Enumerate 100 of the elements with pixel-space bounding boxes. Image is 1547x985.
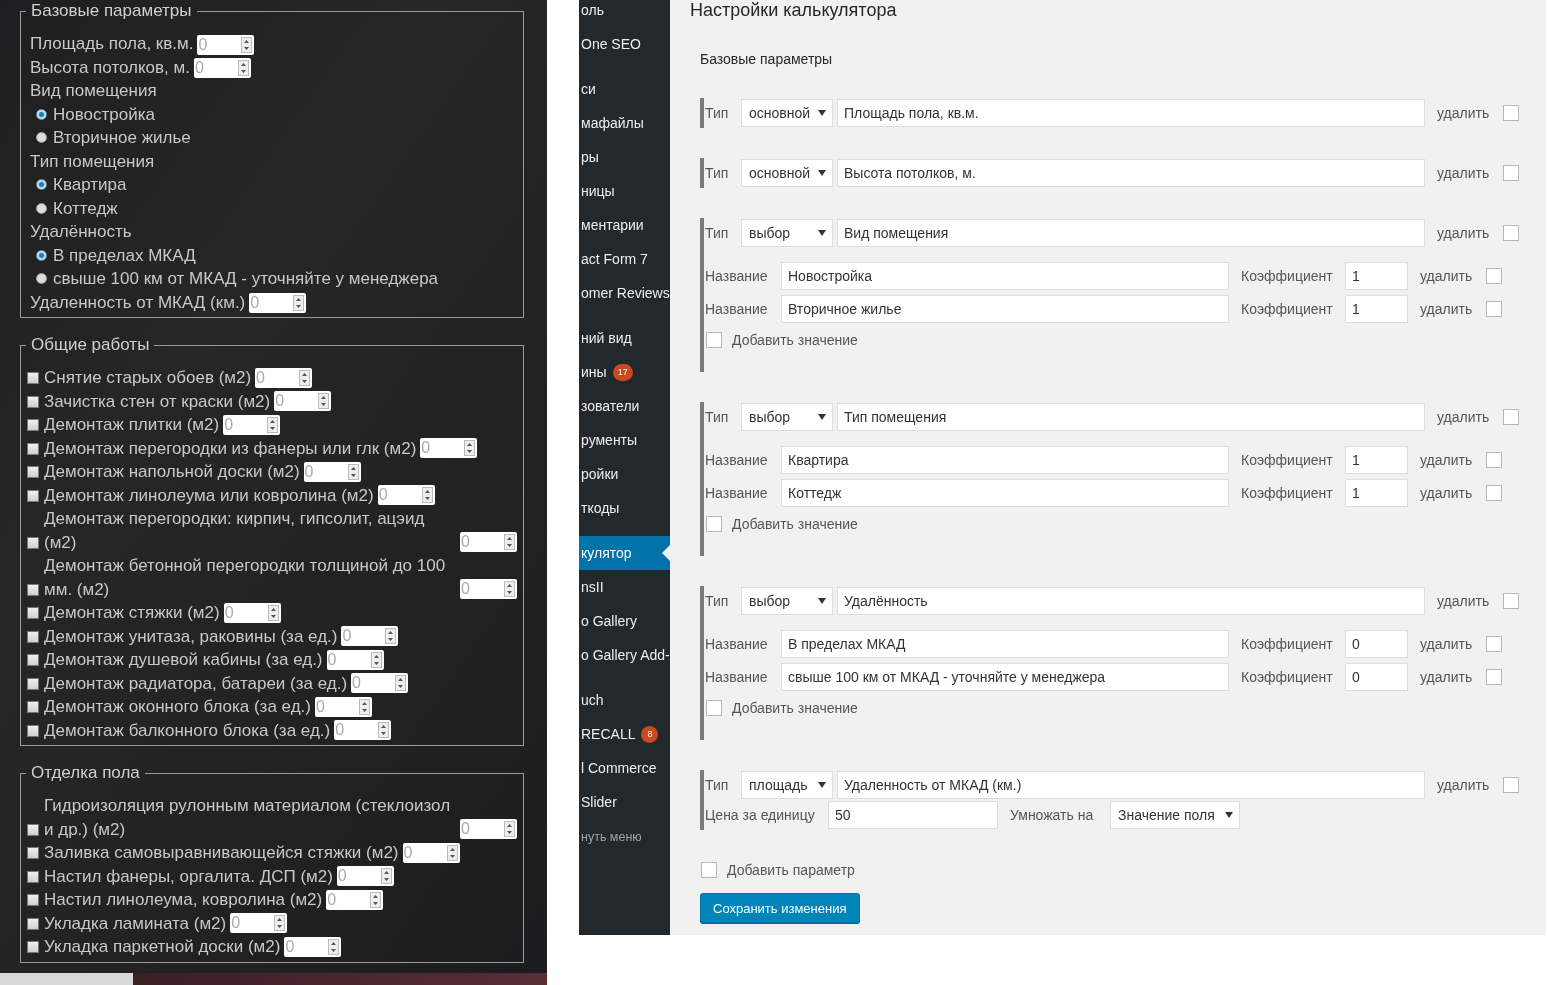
menu-item[interactable]: One SEO [579,27,670,61]
menu-item[interactable]: act Form 7 [579,242,670,276]
checkbox[interactable] [1503,225,1519,241]
menu-item[interactable]: ры [579,140,670,174]
checkbox[interactable] [27,583,39,596]
checkbox[interactable] [27,489,39,502]
checkbox[interactable] [27,395,39,408]
dropdown[interactable]: Значение поля [1110,801,1240,829]
dropdown[interactable]: выбор [741,403,833,431]
checkbox[interactable] [27,442,39,455]
text-field[interactable]: свыше 100 км от МКАД - уточняйте у менеджера [781,663,1229,691]
menu-item[interactable]: RECALL 8 [579,717,670,751]
radio-button[interactable] [36,202,47,214]
checkbox[interactable] [701,862,717,878]
option-label: Коттедж [53,197,118,220]
save-button[interactable]: Сохранить изменения [700,893,860,923]
menu-item[interactable]: o Gallery [579,604,670,638]
checkbox[interactable] [706,516,722,532]
menu-item[interactable]: ний вид [579,321,670,355]
text-field[interactable]: 1 [1345,262,1408,290]
checkbox[interactable] [1503,593,1519,609]
checkbox[interactable] [27,847,39,859]
checkbox[interactable] [1486,452,1502,468]
checkbox[interactable] [27,372,39,384]
menu-item[interactable]: оль [579,0,670,27]
menu-item-label: o Gallery [581,613,638,629]
menu-item[interactable]: ройки [579,457,670,491]
checkbox[interactable] [27,419,39,431]
text-field[interactable]: 0 [1345,630,1408,658]
dropdown[interactable]: основной [741,99,833,127]
checkbox[interactable] [27,823,39,836]
checkbox[interactable] [27,724,39,737]
checkbox[interactable] [27,466,39,478]
text-field[interactable]: Площадь пола, кв.м. [837,99,1425,127]
checkbox[interactable] [27,701,39,713]
collapse-menu-link[interactable]: нуть меню [579,820,670,854]
radio-button[interactable] [36,132,47,144]
checkbox[interactable] [1486,485,1502,501]
menu-item[interactable]: nsII [579,570,670,604]
text-field[interactable]: Вторичное жилье [781,295,1229,323]
menu-item[interactable]: зователи [579,389,670,423]
checkbox[interactable] [27,630,39,643]
menu-item[interactable]: ницы [579,174,670,208]
checkbox[interactable] [1503,105,1519,121]
menu-item[interactable]: си [579,72,670,106]
radio-button[interactable] [36,179,47,191]
text-field[interactable]: Квартира [781,446,1229,474]
menu-item[interactable]: рументы [579,423,670,457]
checkbox[interactable] [706,700,722,716]
menu-item[interactable]: omer Reviews [579,276,670,310]
text-field[interactable]: В пределах МКАД [781,630,1229,658]
checkbox[interactable] [1486,636,1502,652]
text-field[interactable]: Вид помещения [837,219,1425,247]
text-field[interactable]: 1 [1345,295,1408,323]
checkbox[interactable] [27,870,39,883]
text-field[interactable]: Коттедж [781,479,1229,507]
checkbox[interactable] [27,677,39,690]
text-field[interactable]: 1 [1345,446,1408,474]
text-field[interactable]: Удаленность от МКАД (км.) [837,771,1425,799]
text-field[interactable]: 1 [1345,479,1408,507]
radio-button[interactable] [36,108,47,120]
checkbox[interactable] [27,607,39,619]
checkbox[interactable] [1503,409,1519,425]
menu-item[interactable]: мафайлы [579,106,670,140]
menu-item[interactable]: ины 17 [579,355,670,389]
checkbox[interactable] [706,332,722,348]
radio-button[interactable] [36,273,47,285]
checkbox[interactable] [27,536,39,549]
field-label: Название [705,485,769,501]
checkbox[interactable] [27,894,39,906]
menu-item[interactable]: ткоды [579,491,670,525]
menu-item[interactable]: кулятор [579,536,670,570]
menu-item[interactable]: l Commerce [579,751,670,785]
checkbox[interactable] [27,654,39,666]
menu-item[interactable]: ментарии [579,208,670,242]
dropdown[interactable]: выбор [741,219,833,247]
menu-item-label: кулятор [581,545,632,561]
count-badge: 17 [612,363,633,381]
dropdown[interactable]: площадь [741,771,833,799]
field-label: удалить [1420,301,1474,317]
dropdown[interactable]: основной [741,159,833,187]
checkbox[interactable] [1486,301,1502,317]
menu-item[interactable]: Slider [579,785,670,819]
radio-button[interactable] [36,249,47,261]
text-field[interactable]: 50 [828,801,998,829]
text-field[interactable]: Высота потолков, м. [837,159,1425,187]
menu-item[interactable]: uch [579,683,670,717]
checkbox[interactable] [1503,777,1519,793]
text-field[interactable]: Удалённость [837,587,1425,615]
checkbox[interactable] [1503,165,1519,181]
text-field[interactable]: Новостройка [781,262,1229,290]
checkbox[interactable] [27,917,39,930]
checkbox[interactable] [1486,669,1502,685]
menu-item[interactable]: o Gallery Add- [579,638,670,672]
checkbox[interactable] [27,941,39,953]
text-field[interactable]: Тип помещения [837,403,1425,431]
checkbox[interactable] [1486,268,1502,284]
text-field[interactable]: 0 [1345,663,1408,691]
field-label: удалить [1420,452,1474,468]
dropdown[interactable]: выбор [741,587,833,615]
